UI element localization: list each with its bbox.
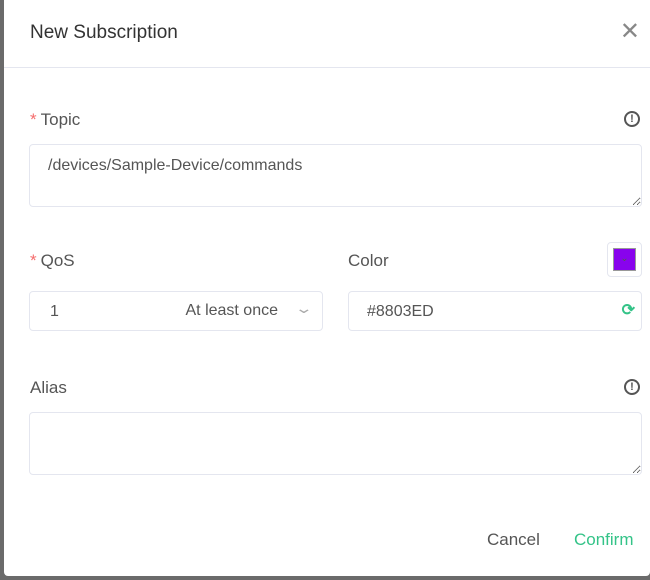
refresh-icon[interactable]: ⟳ [622,300,635,320]
alias-info-icon[interactable]: ! [624,379,640,395]
color-input[interactable]: #8803ED ⟳ [348,291,642,331]
dialog-header: New Subscription ✕ [4,0,650,68]
topic-input[interactable]: /devices/Sample-Device/commands [29,144,642,207]
qos-label: * QoS [30,251,75,270]
color-value: #8803ED [367,303,434,320]
chevron-down-icon: ⌄ [294,300,314,316]
qos-description: At least once [185,302,279,319]
qos-value: 1 [50,303,59,320]
alias-label: Alias [30,378,67,397]
cancel-button[interactable]: Cancel [487,530,540,550]
new-subscription-dialog: New Subscription ✕ * Topic ! /devices/Sam… [4,0,650,576]
topic-label: * Topic [30,110,81,129]
color-swatch: ⌄ [613,248,636,271]
alias-input[interactable] [29,412,642,475]
confirm-button[interactable]: Confirm [574,530,634,550]
close-icon[interactable]: ✕ [620,20,640,44]
qos-select[interactable]: 1 At least once ⌄ [29,291,323,331]
color-picker[interactable]: ⌄ [607,242,642,277]
dialog-title: New Subscription [30,22,178,43]
topic-info-icon[interactable]: ! [624,111,640,127]
color-label: Color [348,251,389,270]
